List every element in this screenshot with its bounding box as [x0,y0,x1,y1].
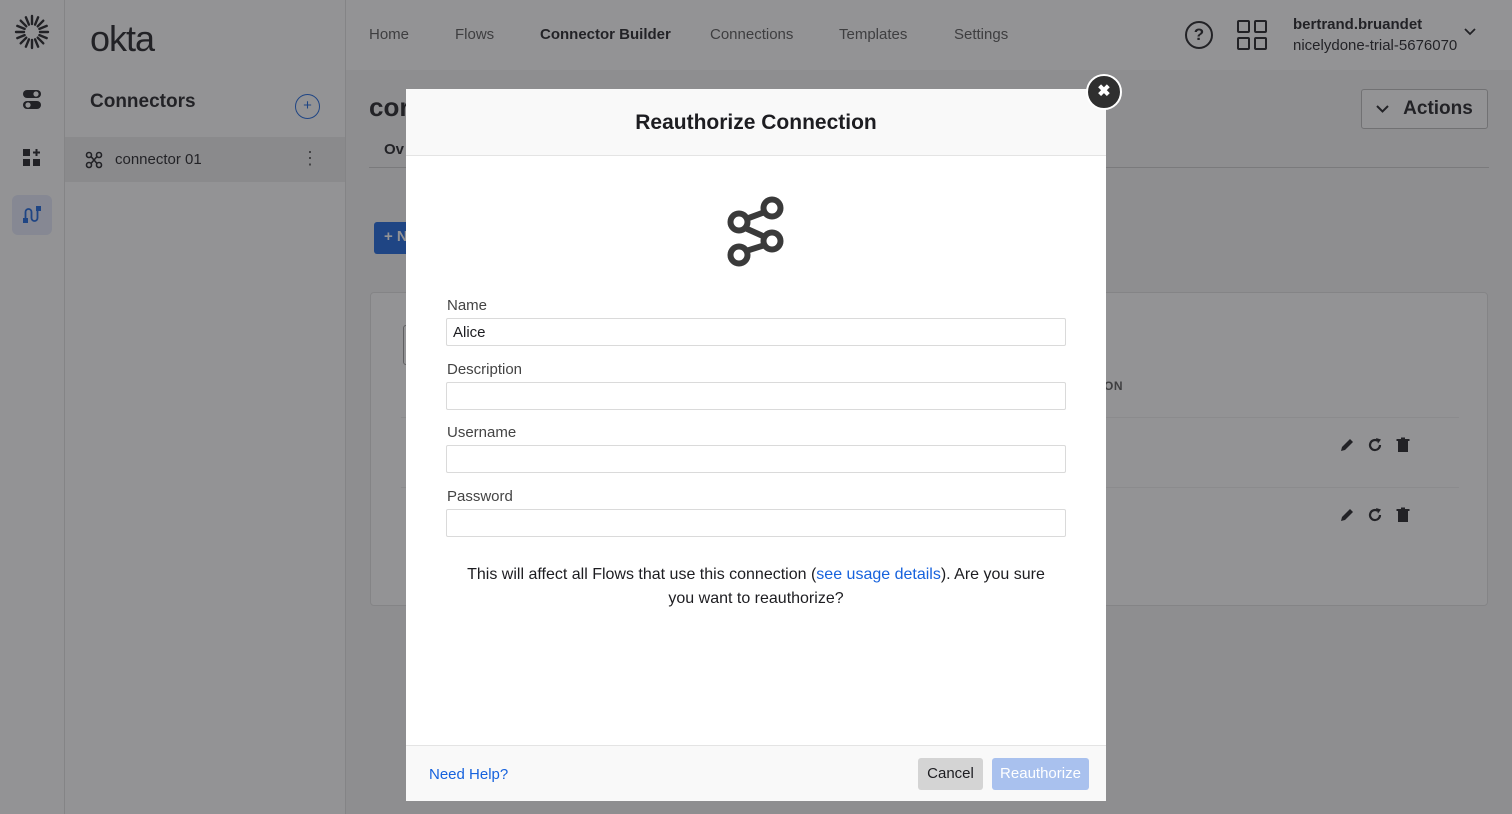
name-label: Name [447,297,488,314]
description-field[interactable] [446,382,1066,410]
reauthorize-button[interactable]: Reauthorize [992,758,1089,790]
name-field[interactable] [446,318,1066,346]
password-field[interactable] [446,509,1066,537]
usage-details-link[interactable]: see usage details [816,566,941,583]
need-help-link[interactable]: Need Help? [429,766,508,783]
close-icon[interactable]: ✖ [1086,74,1122,110]
cancel-button[interactable]: Cancel [918,758,983,790]
connection-icon [727,196,784,267]
dialog-header: Reauthorize Connection [406,89,1106,156]
username-field[interactable] [446,445,1066,473]
warning-message: This will affect all Flows that use this… [466,563,1046,611]
warning-text-before: This will affect all Flows that use this… [467,566,817,583]
password-label: Password [447,488,513,505]
dialog-footer: Need Help? Cancel Reauthorize [406,745,1106,801]
description-label: Description [447,361,523,378]
dialog-title: Reauthorize Connection [635,111,877,134]
username-label: Username [447,424,517,441]
reauthorize-dialog: Reauthorize Connection ✖ Name Descriptio… [406,74,1122,801]
